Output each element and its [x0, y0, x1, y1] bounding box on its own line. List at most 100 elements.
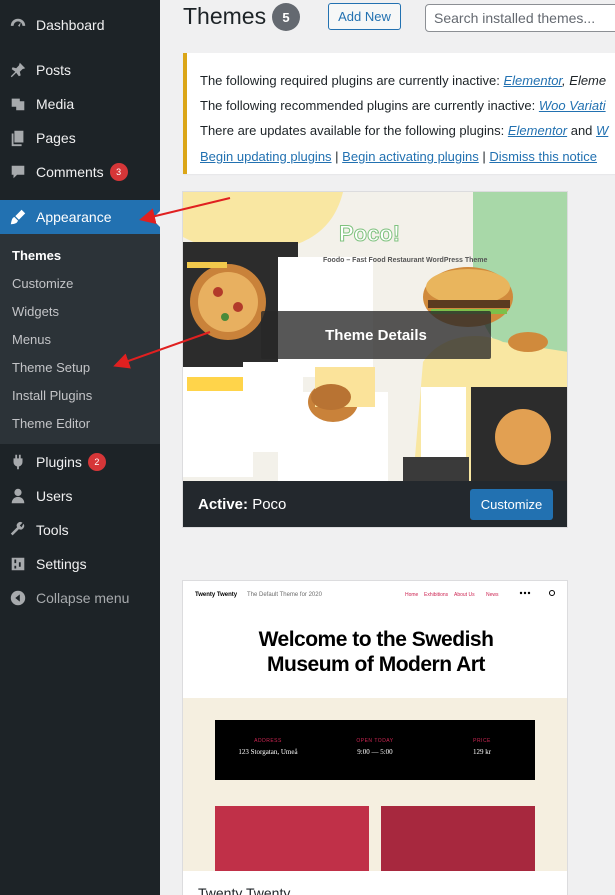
elementor-link[interactable]: Elementor — [504, 73, 563, 88]
menu-dashboard[interactable]: Dashboard — [0, 8, 160, 42]
menu-label: Users — [36, 488, 73, 504]
tt-address-value: 123 Storgatan, Umeå — [238, 748, 298, 756]
plugin-notice: The following required plugins are curre… — [183, 53, 615, 174]
woo-variations-link[interactable]: Woo Variati — [539, 98, 606, 113]
menu-label: Comments — [36, 164, 104, 180]
tt-site-title: Twenty Twenty — [195, 592, 238, 598]
appearance-submenu: Themes Customize Widgets Menus Theme Set… — [0, 234, 160, 444]
menu-label: Settings — [36, 556, 87, 572]
menu-pages[interactable]: Pages — [0, 121, 160, 155]
submenu-menus[interactable]: Menus — [12, 332, 51, 347]
dashboard-icon — [0, 8, 36, 42]
dismiss-notice-link[interactable]: Dismiss this notice — [489, 149, 597, 164]
menu-settings[interactable]: Settings — [0, 547, 160, 581]
menu-label: Collapse menu — [36, 590, 130, 606]
notice-text: The following recommended plugins are cu… — [200, 98, 539, 113]
tt-image — [215, 806, 369, 871]
tt-address-label: ADDRESS — [254, 738, 282, 744]
plugin-icon — [0, 445, 36, 479]
theme-name: Active: Poco — [198, 496, 286, 513]
pages-icon — [0, 121, 36, 155]
tt-headline: Welcome to the Swedish Museum of Modern … — [183, 627, 567, 677]
pin-icon — [0, 53, 36, 87]
menu-plugins[interactable]: Plugins 2 — [0, 445, 160, 479]
tt-price-label: PRICE — [473, 738, 491, 744]
theme-name: Twenty Twenty — [198, 885, 291, 895]
notice-text: and — [567, 123, 597, 138]
active-theme-name: Poco — [252, 496, 287, 513]
separator: | — [331, 149, 343, 164]
plugins-count-badge: 2 — [87, 453, 106, 471]
tt-headline-line: Museum of Modern Art — [267, 653, 485, 676]
collapse-menu-button[interactable]: Collapse menu — [0, 581, 160, 615]
tt-menu-item: News — [486, 592, 499, 598]
tt-address: ADDRESS 123 Storgatan, Umeå — [215, 738, 321, 756]
submenu-theme-editor[interactable]: Theme Editor — [12, 416, 90, 431]
tt-open-label: OPEN TODAY — [356, 738, 394, 744]
theme-screenshot[interactable]: Poco! Foodo – Fast Food Restaurant WordP… — [183, 192, 567, 481]
tt-price-value: 129 kr — [472, 748, 492, 756]
tt-content-area: ADDRESS 123 Storgatan, Umeå OPEN TODAY 9… — [183, 698, 567, 871]
theme-card-twenty-twenty[interactable]: Twenty Twenty The Default Theme for 2020… — [182, 580, 568, 895]
brush-icon — [0, 200, 36, 234]
tt-image — [381, 806, 535, 871]
begin-updating-link[interactable]: Begin updating plugins — [200, 149, 332, 164]
tt-price: PRICE 129 kr — [429, 738, 535, 756]
menu-label: Pages — [36, 130, 76, 146]
submenu-customize[interactable]: Customize — [12, 276, 73, 291]
collapse-icon — [0, 581, 36, 615]
submenu-install-plugins[interactable]: Install Plugins — [12, 388, 92, 403]
menu-users[interactable]: Users — [0, 479, 160, 513]
poco-logo-text: Poco! — [339, 221, 400, 246]
menu-label: Dashboard — [36, 17, 105, 33]
menu-label: Media — [36, 96, 75, 112]
customize-button[interactable]: Customize — [470, 489, 553, 520]
notice-text: There are updates available for the foll… — [200, 123, 508, 138]
notice-required-line: The following required plugins are curre… — [200, 73, 606, 88]
tt-open: OPEN TODAY 9:00 — 5:00 — [322, 738, 428, 756]
admin-sidebar: Dashboard Posts Media Pages Comments 3 A… — [0, 0, 160, 895]
theme-name-bar: Active: Poco Customize — [183, 481, 567, 527]
svg-text:Foodo – Fast Food Restaurant W: Foodo – Fast Food Restaurant WordPress T… — [323, 257, 488, 264]
notice-actions: Begin updating plugins | Begin activatin… — [200, 149, 597, 164]
theme-screenshot[interactable]: Twenty Twenty The Default Theme for 2020… — [183, 581, 567, 871]
poco-tagline: Foodo – Fast Food Restaurant WordPress T… — [323, 257, 488, 264]
menu-label: Tools — [36, 522, 69, 538]
tt-site-tagline: The Default Theme for 2020 — [247, 592, 322, 598]
theme-card-active[interactable]: Poco! Foodo – Fast Food Restaurant WordP… — [182, 191, 568, 528]
tt-menu-item: Exhibitions — [424, 592, 449, 598]
users-icon — [0, 479, 36, 513]
separator: | — [478, 149, 490, 164]
submenu-widgets[interactable]: Widgets — [12, 304, 59, 319]
search-input[interactable] — [425, 4, 615, 32]
tt-menu-item: About Us — [454, 592, 475, 598]
menu-label: Posts — [36, 62, 72, 78]
menu-label: Plugins — [36, 454, 82, 470]
active-label: Active: — [198, 496, 249, 513]
wrench-icon — [0, 513, 36, 547]
theme-details-button[interactable]: Theme Details — [261, 311, 491, 359]
submenu-theme-setup[interactable]: Theme Setup — [12, 360, 90, 375]
tt-open-value: 9:00 — 5:00 — [357, 748, 393, 756]
elementor-update-link[interactable]: Elementor — [508, 123, 567, 138]
menu-media[interactable]: Media — [0, 87, 160, 121]
menu-posts[interactable]: Posts — [0, 53, 160, 87]
notice-updates-line: There are updates available for the foll… — [200, 123, 608, 138]
menu-tools[interactable]: Tools — [0, 513, 160, 547]
comments-icon — [0, 155, 36, 189]
tt-header-icons — [519, 590, 555, 596]
second-plugin-link[interactable]: W — [596, 123, 608, 138]
media-icon — [0, 87, 36, 121]
menu-appearance[interactable]: Appearance — [0, 200, 160, 234]
comments-count-badge: 3 — [109, 163, 128, 181]
notice-text: , Eleme — [562, 73, 607, 88]
add-new-button[interactable]: Add New — [328, 3, 401, 30]
notice-text: The following required plugins are curre… — [200, 73, 504, 88]
notice-recommended-line: The following recommended plugins are cu… — [200, 98, 606, 113]
theme-count-badge: 5 — [272, 3, 300, 31]
submenu-themes[interactable]: Themes — [12, 248, 61, 263]
begin-activating-link[interactable]: Begin activating plugins — [342, 149, 479, 164]
menu-comments[interactable]: Comments 3 — [0, 155, 160, 189]
current-menu-pointer — [152, 211, 160, 227]
tt-menu-item: Home — [405, 592, 419, 598]
